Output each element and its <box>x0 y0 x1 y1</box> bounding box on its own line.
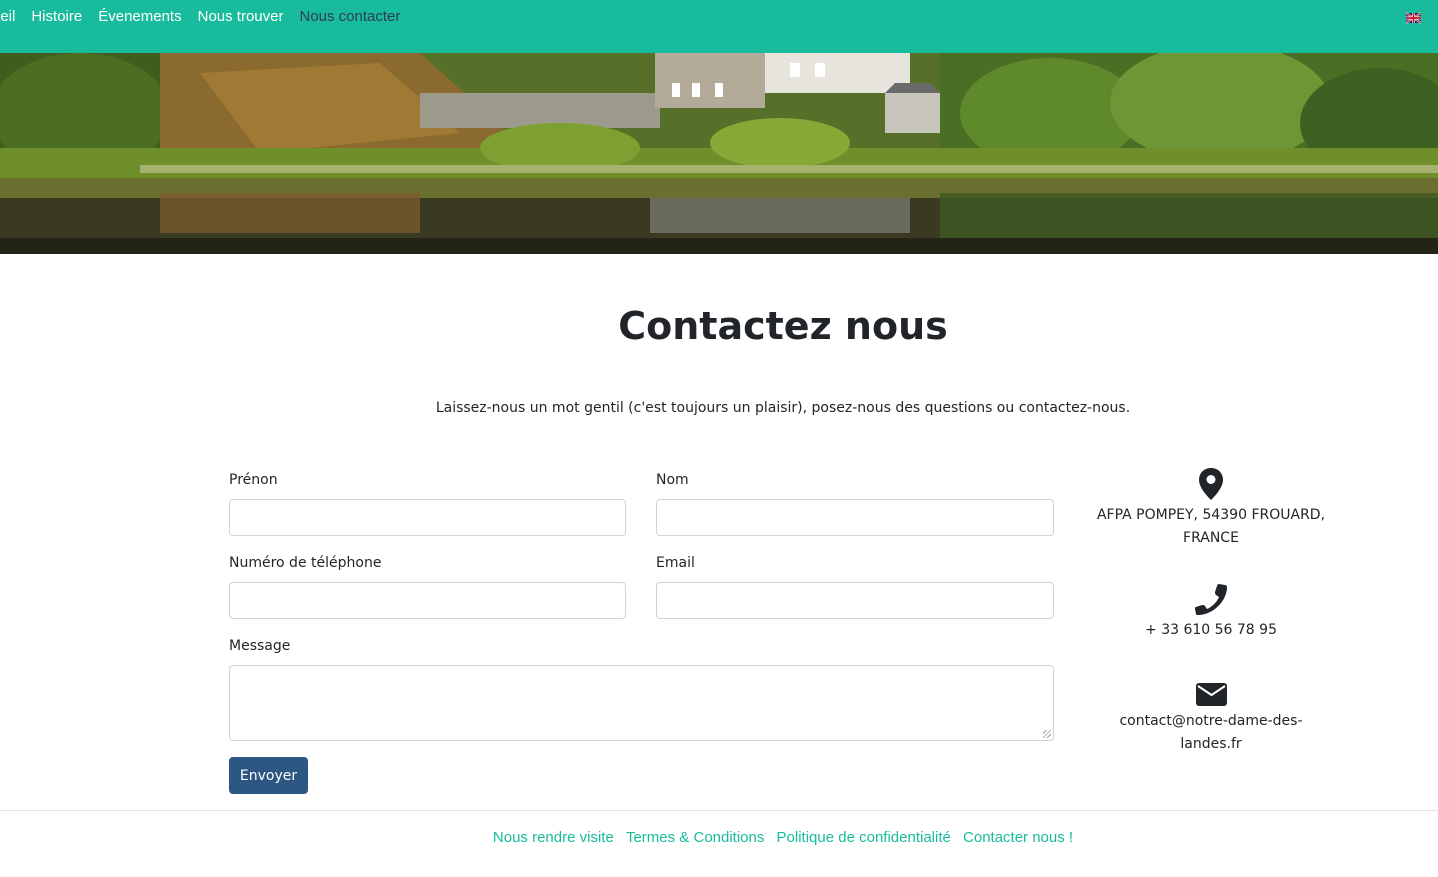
phone-label: Numéro de téléphone <box>229 555 382 571</box>
phone-number: + 33 610 56 78 95 <box>1145 622 1277 638</box>
nav-item-nous-trouver[interactable]: Nous trouver <box>198 8 284 25</box>
last-name-label: Nom <box>656 472 689 488</box>
nav-links: ueil Histoire Évenements Nous trouver No… <box>0 8 400 25</box>
phone-icon <box>1195 584 1227 615</box>
footer-links: Nous rendre visite Termes & Conditions P… <box>0 829 1438 846</box>
nav-item-evenements[interactable]: Évenements <box>98 8 181 25</box>
phone-field[interactable] <box>229 582 626 619</box>
address-line-1: AFPA POMPEY, 54390 FROUARD, <box>1096 507 1326 523</box>
uk-flag-icon[interactable] <box>1406 10 1421 24</box>
message-field[interactable] <box>229 665 1054 741</box>
email-address: contact@notre-dame-des-landes.fr <box>1119 713 1303 752</box>
send-button[interactable]: Envoyer <box>229 757 308 794</box>
page-title: Contactez nous <box>618 304 948 348</box>
first-name-field[interactable] <box>229 499 626 536</box>
address-line-2: FRANCE <box>1183 530 1239 546</box>
first-name-label: Prénon <box>229 472 278 488</box>
map-pin-icon <box>1199 468 1223 500</box>
nav-item-accueil[interactable]: ueil <box>0 8 15 25</box>
footer-link-visit[interactable]: Nous rendre visite <box>493 829 614 846</box>
email-block: contact@notre-dame-des-landes.fr <box>1089 683 1333 756</box>
message-label: Message <box>229 638 291 654</box>
hero-banner-image <box>0 53 1438 254</box>
footer-link-terms[interactable]: Termes & Conditions <box>626 829 764 846</box>
footer-link-privacy[interactable]: Politique de confidentialité <box>777 829 951 846</box>
page-intro: Laissez-nous un mot gentil (c'est toujou… <box>435 400 1131 416</box>
email-field[interactable] <box>656 582 1054 619</box>
footer-divider <box>0 810 1438 811</box>
phone-block: + 33 610 56 78 95 <box>1089 584 1333 642</box>
nav-item-nous-contacter[interactable]: Nous contacter <box>299 8 400 25</box>
resize-handle-icon[interactable] <box>1043 730 1051 738</box>
last-name-field[interactable] <box>656 499 1054 536</box>
footer-link-contact[interactable]: Contacter nous ! <box>963 829 1073 846</box>
email-label: Email <box>656 555 695 571</box>
nav-item-histoire[interactable]: Histoire <box>31 8 82 25</box>
address-block: AFPA POMPEY, 54390 FROUARD, FRANCE <box>1089 468 1333 550</box>
top-navbar: ueil Histoire Évenements Nous trouver No… <box>0 0 1438 53</box>
envelope-icon <box>1195 683 1227 706</box>
